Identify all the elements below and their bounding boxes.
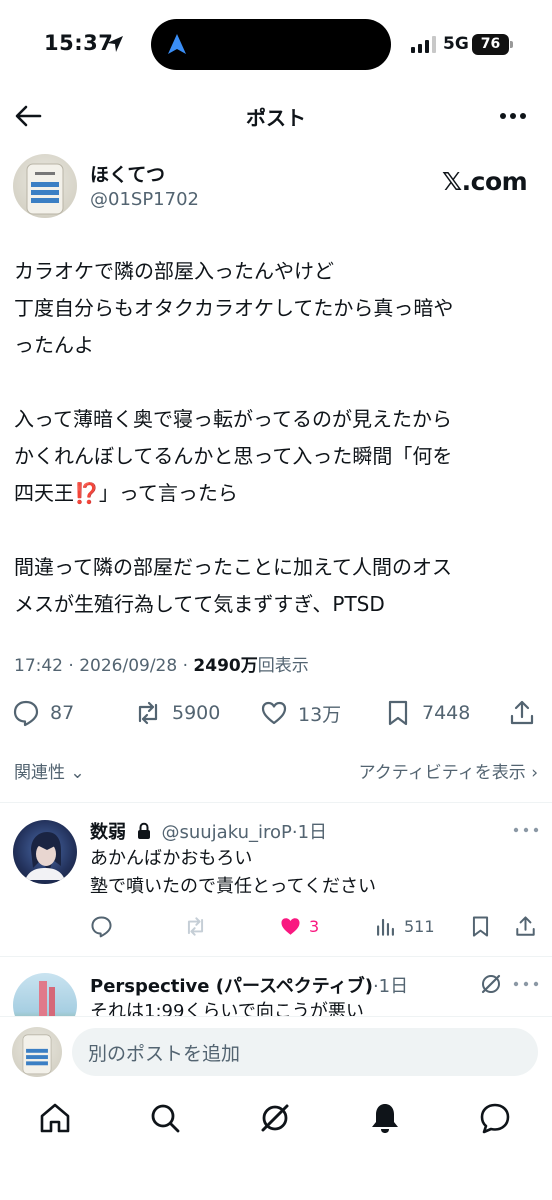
messages-icon[interactable] [478, 1101, 512, 1135]
tweet-line: カラオケで隣の部屋入ったんやけど [14, 259, 334, 283]
location-arrow-icon [107, 36, 123, 52]
reply-line: あかんばかおもろい [90, 848, 253, 869]
bottom-navigation [0, 1086, 552, 1200]
grok-icon[interactable] [479, 972, 503, 996]
author-avatar[interactable] [13, 154, 77, 218]
tweet-line: 間違って隣の部屋だったことに加えて人間のオス [14, 555, 452, 579]
more-horizontal-icon[interactable] [512, 974, 540, 994]
reply-author-name[interactable]: 数弱 [90, 822, 126, 843]
reply-avatar[interactable] [13, 820, 77, 884]
repost-button[interactable]: 5900 [134, 693, 220, 733]
notifications-icon[interactable] [368, 1101, 402, 1135]
status-time: 15:37 [44, 31, 114, 55]
view-activity-link[interactable]: アクティビティを表示 › [359, 758, 538, 783]
battery-level: 76 [480, 36, 501, 52]
compose-bar: 別のポストを追加 [0, 1016, 552, 1086]
bookmark-button[interactable]: 7448 [384, 693, 470, 733]
reply-header: 数弱 @suujaku_iroP·1日 [90, 818, 327, 844]
tweet-line: 入って薄暗く奥で寝っ転がってるのが見えたから [14, 407, 452, 431]
status-bar: 15:37 5G 76 [0, 0, 552, 90]
tweet-paragraph: カラオケで隣の部屋入ったんやけど 丁度自分らもオタクカラオケしてたから真っ暗や … [14, 253, 542, 364]
navigation-arrow-icon [168, 34, 186, 54]
add-post-input[interactable]: 別のポストを追加 [72, 1028, 538, 1076]
repost-icon [187, 916, 204, 936]
avatar-image [26, 163, 64, 215]
more-horizontal-icon[interactable] [498, 104, 528, 128]
avatar-image [22, 1034, 52, 1075]
tweet-timestamp[interactable]: 17:42 · 2026/09/28 · [14, 656, 193, 676]
reply-author-handle[interactable]: @suujaku_iroP [161, 822, 291, 843]
tweet-paragraph: 間違って隣の部屋だったことに加えて人間のオス メスが生殖行為してて気まずすぎ、P… [14, 549, 542, 623]
tweet-actions: 87 5900 13万 7448 [0, 693, 552, 733]
reply-bookmark-button[interactable] [469, 911, 492, 941]
tweet-paragraph: 入って薄暗く奥で寝っ転がってるのが見えたから かくれんぼしてるんかと思って入った… [14, 401, 542, 512]
reply-like-count: 3 [309, 916, 320, 936]
tweet-line: 丁度自分らもオタクカラオケしてたから真っ暗や [14, 296, 454, 320]
reply-view-count: 511 [404, 916, 435, 936]
tweet-line: メスが生殖行為してて気まずすぎ、PTSD [14, 592, 385, 616]
reply-share-button[interactable] [514, 911, 537, 941]
reply-views-button[interactable]: 511 [374, 911, 435, 941]
share-icon [516, 915, 535, 936]
view-label: 回表示 [257, 656, 309, 676]
reply-header: Perspective (パースペクティブ)·1日 [90, 972, 408, 998]
author-name[interactable]: ほくてつ [90, 160, 165, 187]
views-chart-icon [377, 918, 394, 936]
tweet-line: ったんよ [14, 333, 94, 357]
user-avatar[interactable] [12, 1027, 62, 1077]
exclamation-question-emoji: ⁉️ [74, 481, 99, 505]
bookmark-icon [472, 915, 489, 937]
sort-relevance-dropdown[interactable]: 関連性 ⌄ [14, 758, 85, 783]
chevron-right-icon: › [531, 763, 538, 783]
sort-relevance-label: 関連性 [14, 763, 65, 783]
avatar-image [25, 832, 65, 880]
divider [0, 956, 552, 957]
add-post-placeholder: 別のポストを追加 [88, 1042, 241, 1065]
grok-icon[interactable] [258, 1101, 292, 1135]
heart-filled-icon [281, 917, 300, 935]
tweet-line: かくれんぼしてるんかと思って入った瞬間「何を [14, 444, 453, 468]
reply-button[interactable]: 87 [12, 693, 74, 733]
repost-count: 5900 [172, 702, 221, 724]
author-handle[interactable]: @01SP1702 [90, 189, 199, 210]
view-count: 2490万 [193, 656, 258, 676]
reply-line: 塾で噴いたので責任とってください [90, 876, 377, 897]
reply-time: ·1日 [291, 822, 328, 843]
x-watermark: 𝕏.com [442, 167, 528, 196]
home-icon[interactable] [38, 1101, 72, 1135]
reply-time: ·1日 [372, 976, 409, 997]
tweet-text: カラオケで隣の部屋入ったんやけど 丁度自分らもオタクカラオケしてたから真っ暗や … [14, 253, 542, 623]
divider [0, 802, 552, 803]
search-icon[interactable] [148, 1101, 182, 1135]
bookmark-icon [388, 700, 408, 726]
tweet-line-suffix: 」って言ったら [98, 481, 238, 505]
page-title: ポスト [246, 106, 306, 130]
reply-like-button[interactable]: 3 [279, 911, 319, 941]
more-horizontal-icon[interactable] [512, 820, 540, 840]
battery-tip [510, 41, 513, 48]
repost-icon [138, 701, 158, 725]
like-button[interactable]: 13万 [260, 693, 341, 733]
reply-repost-button[interactable] [184, 911, 207, 941]
bookmark-count: 7448 [422, 702, 471, 724]
reply-count: 87 [50, 702, 75, 724]
reply-reply-button[interactable] [90, 911, 113, 941]
battery-icon: 76 [472, 34, 509, 55]
tweet-line-prefix: 四天王 [14, 481, 74, 505]
post-header: ポスト [0, 90, 552, 142]
reply-icon [13, 700, 39, 727]
lock-icon [137, 822, 150, 839]
cellular-signal-icon [411, 36, 436, 53]
network-type: 5G [443, 34, 469, 54]
heart-icon [261, 701, 287, 725]
share-button[interactable] [508, 693, 536, 733]
view-activity-label: アクティビティを表示 [358, 763, 526, 783]
reply-text: あかんばかおもろい 塾で噴いたので責任とってください [90, 845, 376, 901]
share-icon [510, 700, 534, 725]
reply-author-name[interactable]: Perspective (パースペクティブ) [90, 976, 373, 997]
tweet-meta: 17:42 · 2026/09/28 · 2490万回表示 [14, 651, 309, 676]
like-count: 13万 [298, 703, 342, 726]
chevron-down-icon: ⌄ [70, 763, 85, 783]
reply-icon [91, 915, 112, 937]
